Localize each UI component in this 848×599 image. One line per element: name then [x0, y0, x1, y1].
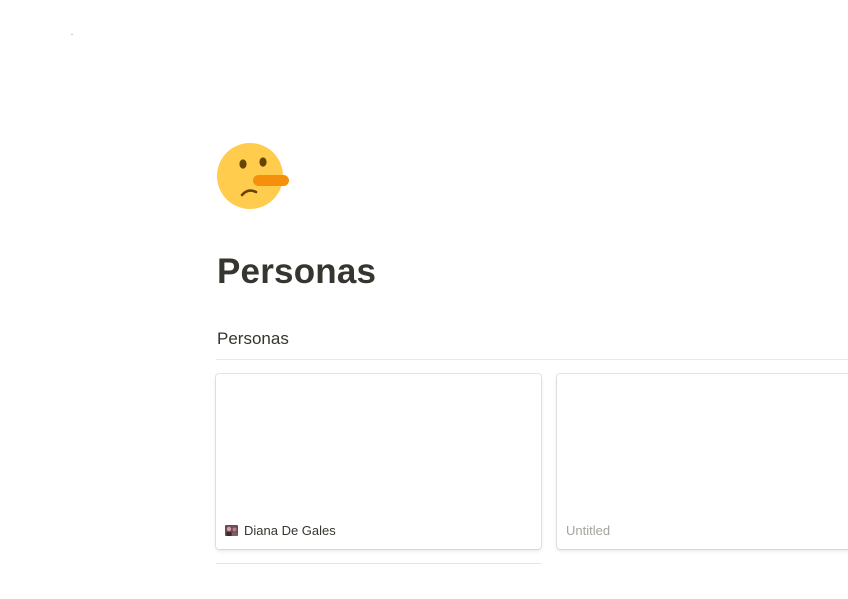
database-header: Personas — [216, 329, 848, 360]
divider — [216, 563, 541, 564]
lying-face-emoji-icon[interactable] — [215, 140, 291, 212]
stray-pixel — [71, 34, 73, 35]
notion-page: Personas Personas Diana De Gales Untitle… — [0, 0, 848, 599]
card-title-placeholder: Untitled — [566, 523, 611, 538]
gallery-card[interactable]: Diana De Gales — [216, 374, 541, 549]
card-title: Diana De Gales — [244, 523, 336, 538]
card-title-row: Diana De Gales — [224, 523, 336, 538]
database-title[interactable]: Personas — [217, 329, 289, 349]
page-title[interactable]: Personas — [217, 252, 376, 292]
card-title-row: Untitled — [565, 523, 610, 538]
gallery-card[interactable]: Untitled — [557, 374, 848, 549]
persona-avatar-icon — [224, 523, 239, 538]
